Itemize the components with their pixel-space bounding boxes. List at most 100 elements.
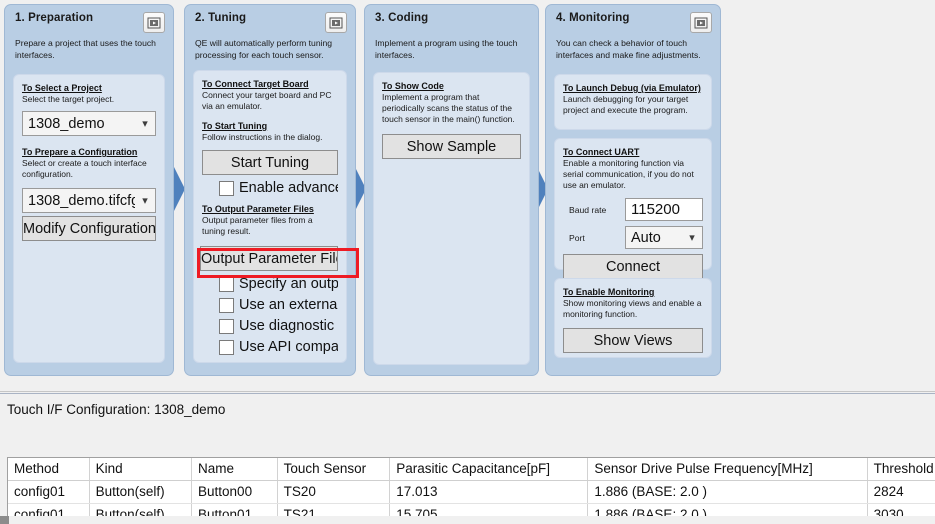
panel-preparation: 1. Preparation Prepare a project that us… (4, 4, 174, 376)
port-select-value: Auto (631, 229, 661, 246)
use-external-label: Use an external t (239, 297, 338, 313)
panel-preparation-title: 1. Preparation (15, 12, 94, 24)
connect-target-board-heading: To Connect Target Board (202, 79, 309, 89)
video-capture-icon (147, 17, 161, 28)
start-tuning-sub: Follow instructions in the dialog. (202, 132, 323, 142)
use-external-checkbox-row[interactable]: Use an external t (202, 297, 338, 313)
panel-monitoring: 4. Monitoring You can check a behavior o… (545, 4, 721, 376)
baud-rate-input[interactable]: 115200 (625, 198, 703, 221)
chevron-down-icon: ▾ (142, 195, 148, 207)
launch-debug-card: To Launch Debug (via Emulator) Launch de… (554, 74, 712, 130)
qe-touch-application: 1. Preparation Prepare a project that us… (0, 0, 935, 524)
chevron-down-icon: ▾ (689, 232, 695, 244)
chevron-down-icon: ▾ (142, 118, 148, 130)
specify-output-checkbox[interactable] (219, 276, 234, 292)
enable-monitoring-card: To Enable Monitoring Show monitoring vie… (554, 278, 712, 358)
panel-preparation-description: Prepare a project that uses the touch in… (15, 38, 156, 60)
modify-configuration-button[interactable]: Modify Configuration (22, 216, 156, 241)
column-header-name[interactable]: Name (191, 458, 278, 481)
cell-sensor-drive-pulse-frequency: 1.886 (BASE: 2.0 ) (587, 480, 868, 504)
select-project-sub: Select the target project. (22, 94, 115, 104)
tuning-card: To Connect Target Board Connect your tar… (193, 70, 347, 363)
cell-touch-sensor: TS20 (277, 480, 391, 504)
connect-uart-card: To Connect UART Enable a monitoring func… (554, 138, 712, 279)
video-capture-icon-button-monitoring[interactable] (690, 12, 712, 33)
use-api-compat-checkbox[interactable] (219, 339, 234, 355)
port-label: Port (569, 232, 585, 243)
panel-tuning-description: QE will automatically perform tuning pro… (195, 38, 333, 60)
table-row[interactable]: config01 Button(self) Button00 TS20 17.0… (8, 480, 935, 504)
use-external-checkbox[interactable] (219, 297, 234, 313)
divider-line-2 (0, 393, 935, 394)
wizard-workflow-area: 1. Preparation Prepare a project that us… (0, 0, 935, 382)
cell-threshold: 2824 (867, 480, 935, 504)
column-header-method[interactable]: Method (8, 458, 90, 481)
prepare-configuration-sub: Select or create a touch interface confi… (22, 158, 147, 179)
show-code-sub: Implement a program that periodically sc… (382, 92, 515, 124)
show-sample-button[interactable]: Show Sample (382, 134, 521, 159)
output-parameter-files-button[interactable]: Output Parameter Files (200, 246, 338, 271)
show-code-heading: To Show Code (382, 81, 444, 91)
use-diagnostic-checkbox[interactable] (219, 318, 234, 334)
specify-output-label: Specify an output (239, 276, 338, 292)
video-capture-icon (329, 17, 343, 28)
panel-coding-header: 3. Coding (373, 12, 530, 34)
project-select-dropdown[interactable]: 1308_demo ▾ (22, 111, 156, 136)
scrollbar-thumb[interactable] (0, 516, 9, 524)
video-capture-icon (694, 17, 708, 28)
output-parameter-files-sub: Output parameter files from a tuning res… (202, 215, 313, 236)
cell-method: config01 (8, 480, 90, 504)
preparation-card: To Select a Project Select the target pr… (13, 74, 165, 363)
panel-coding-description: Implement a program using the touch inte… (375, 38, 518, 60)
port-select-dropdown[interactable]: Auto ▾ (625, 226, 703, 249)
cell-kind: Button(self) (89, 480, 193, 504)
enable-advanced-checkbox[interactable] (219, 180, 234, 196)
use-api-compat-checkbox-row[interactable]: Use API compatib (202, 339, 338, 355)
connect-button[interactable]: Connect (563, 254, 703, 279)
show-views-button[interactable]: Show Views (563, 328, 703, 353)
panel-preparation-header: 1. Preparation (13, 12, 165, 34)
launch-debug-sub: Launch debugging for your target project… (563, 94, 689, 115)
enable-advanced-checkbox-row[interactable]: Enable advanced (202, 180, 338, 196)
horizontal-scrollbar[interactable] (0, 516, 935, 524)
prepare-configuration-heading: To Prepare a Configuration (22, 147, 138, 157)
specify-output-checkbox-row[interactable]: Specify an output (202, 276, 338, 292)
start-tuning-button[interactable]: Start Tuning (202, 150, 338, 175)
touch-interface-table[interactable]: Method Kind Name Touch Sensor Parasitic … (7, 457, 935, 524)
panel-monitoring-description: You can check a behavior of touch interf… (556, 38, 701, 60)
video-capture-icon-button-tuning[interactable] (325, 12, 347, 33)
touch-interface-grid: Method Kind Name Touch Sensor Parasitic … (8, 458, 935, 523)
select-project-heading: To Select a Project (22, 83, 102, 93)
video-capture-icon-button-preparation[interactable] (143, 12, 165, 33)
output-parameter-files-heading: To Output Parameter Files (202, 204, 314, 214)
configuration-select-dropdown[interactable]: 1308_demo.tifcfg ▾ (22, 188, 156, 213)
column-header-touch-sensor[interactable]: Touch Sensor (277, 458, 391, 481)
panel-tuning-title: 2. Tuning (195, 12, 247, 24)
touch-if-configuration-label: Touch I/F Configuration: 1308_demo (7, 402, 226, 417)
cell-parasitic-capacitance: 17.013 (389, 480, 589, 504)
panel-coding: 3. Coding Implement a program using the … (364, 4, 539, 376)
connect-uart-sub: Enable a monitoring function via serial … (563, 158, 694, 190)
use-diagnostic-checkbox-row[interactable]: Use diagnostic co (202, 318, 338, 334)
divider-line-1 (0, 391, 935, 392)
column-header-parasitic-capacitance[interactable]: Parasitic Capacitance[pF] (389, 458, 589, 481)
cell-name: Button00 (191, 480, 278, 504)
column-header-threshold[interactable]: Threshold (867, 458, 935, 481)
launch-debug-heading: To Launch Debug (via Emulator) (563, 83, 701, 93)
baud-rate-row: Baud rate 115200 (563, 198, 703, 221)
use-api-compat-label: Use API compatib (239, 339, 338, 355)
configuration-select-value: 1308_demo.tifcfg (28, 192, 135, 209)
connect-uart-heading: To Connect UART (563, 147, 640, 157)
panel-tuning-header: 2. Tuning (193, 12, 347, 34)
panel-tuning: 2. Tuning QE will automatically perform … (184, 4, 359, 376)
start-tuning-heading: To Start Tuning (202, 121, 268, 131)
panel-monitoring-title: 4. Monitoring (556, 12, 630, 24)
connect-target-board-sub: Connect your target board and PC via an … (202, 90, 332, 111)
column-header-kind[interactable]: Kind (89, 458, 193, 481)
baud-rate-label: Baud rate (569, 204, 607, 215)
enable-monitoring-sub: Show monitoring views and enable a monit… (563, 298, 702, 319)
enable-monitoring-heading: To Enable Monitoring (563, 287, 655, 297)
panel-monitoring-header: 4. Monitoring (554, 12, 712, 34)
table-header-row: Method Kind Name Touch Sensor Parasitic … (8, 458, 935, 481)
column-header-sensor-drive-pulse-frequency[interactable]: Sensor Drive Pulse Frequency[MHz] (587, 458, 868, 481)
